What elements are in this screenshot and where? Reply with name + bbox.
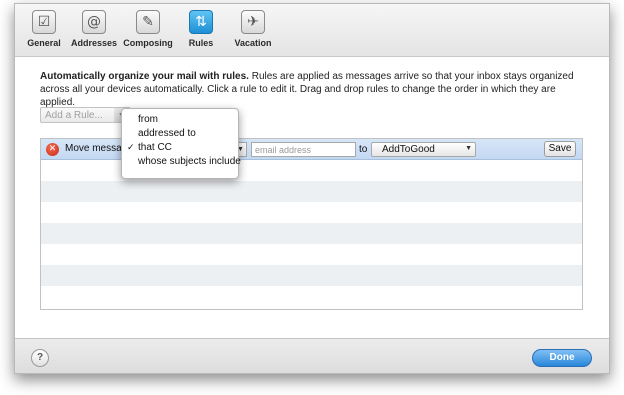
help-button[interactable]: ? (31, 349, 49, 367)
menu-item-label: from (138, 114, 158, 125)
window-footer: ? Done (15, 338, 609, 373)
menu-item-addressed-to[interactable]: addressed to (122, 127, 238, 141)
tab-addresses-label: Addresses (70, 38, 118, 48)
empty-row (41, 265, 582, 286)
preferences-window: ☑ General @ Addresses ✎ Composing ⇅ Rule… (14, 3, 610, 374)
menu-item-from[interactable]: from (122, 113, 238, 127)
email-address-input[interactable]: email address (251, 142, 356, 157)
folder-chevron-icon: ▼ (465, 145, 472, 152)
tab-addresses[interactable]: @ Addresses (64, 10, 124, 48)
tab-composing[interactable]: ✎ Composing (118, 10, 178, 48)
preferences-toolbar: ☑ General @ Addresses ✎ Composing ⇅ Rule… (15, 4, 609, 57)
menu-item-label: that CC (138, 142, 172, 153)
done-button[interactable]: Done (532, 349, 592, 367)
empty-row (41, 286, 582, 307)
checkbox-icon: ☑ (32, 10, 56, 34)
airplane-icon: ✈ (241, 10, 265, 34)
tab-rules-label: Rules (188, 38, 214, 48)
menu-item-label: addressed to (138, 128, 196, 139)
empty-row (41, 202, 582, 223)
tab-rules[interactable]: ⇅ Rules (171, 10, 231, 48)
empty-row (41, 181, 582, 202)
at-sign-icon: @ (82, 10, 106, 34)
empty-row (41, 244, 582, 265)
rules-fork-icon: ⇅ (189, 10, 213, 34)
folder-select[interactable]: AddToGood ▼ (371, 142, 476, 157)
menu-item-that-cc[interactable]: ✓ that CC (122, 141, 238, 155)
folder-select-value: AddToGood (382, 144, 435, 155)
tab-vacation-label: Vacation (234, 38, 272, 48)
tab-composing-label: Composing (123, 38, 173, 48)
menu-item-subjects-include[interactable]: whose subjects include (122, 155, 241, 169)
compose-icon: ✎ (136, 10, 160, 34)
tab-vacation[interactable]: ✈ Vacation (223, 10, 283, 48)
remove-rule-icon[interactable]: ✕ (46, 143, 59, 156)
rules-description: Automatically organize your mail with ru… (40, 70, 590, 109)
checkmark-icon: ✓ (127, 143, 135, 153)
save-rule-button[interactable]: Save (544, 141, 576, 157)
rules-description-heading: Automatically organize your mail with ru… (40, 71, 249, 82)
menu-item-label: whose subjects include (138, 156, 241, 167)
condition-popup-menu: from addressed to ✓ that CC whose subjec… (121, 108, 241, 179)
to-label: to (359, 144, 368, 155)
empty-row (41, 223, 582, 244)
